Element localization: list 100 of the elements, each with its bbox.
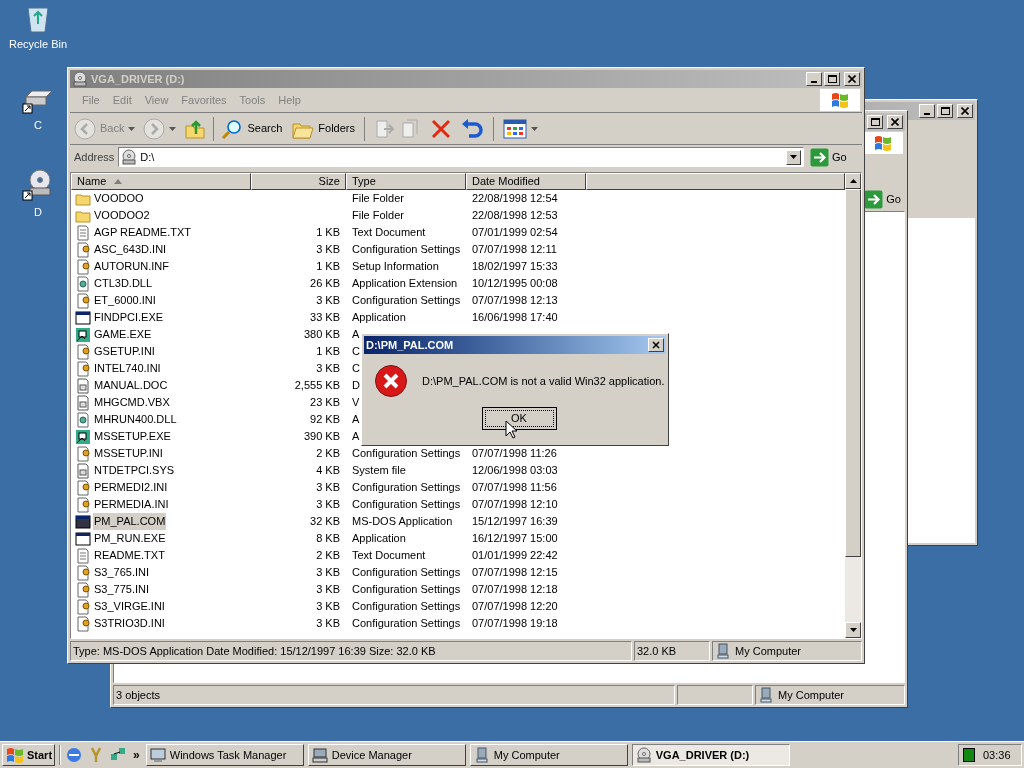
maximize-button[interactable]	[937, 104, 953, 118]
file-name[interactable]: ET_6000.INI	[93, 292, 157, 309]
status-icon[interactable]	[963, 748, 975, 762]
file-name[interactable]: MSSETUP.EXE	[93, 428, 172, 445]
text-file-icon	[75, 224, 91, 241]
close-icon	[651, 340, 661, 350]
task-button[interactable]: VGA_DRIVER (D:)	[631, 744, 790, 766]
file-name[interactable]: AGP README.TXT	[93, 224, 192, 241]
undo-icon[interactable]	[460, 117, 484, 140]
file-name[interactable]: S3_775.INI	[93, 581, 151, 598]
close-button[interactable]	[844, 72, 860, 86]
type-cell: Configuration Settings	[352, 243, 461, 256]
column-header[interactable]: Size	[251, 173, 346, 190]
type-cell: System file	[352, 464, 406, 477]
file-name[interactable]: S3TRIO3D.INI	[93, 615, 166, 632]
type-cell: D	[352, 379, 360, 392]
type-cell: File Folder	[352, 209, 404, 222]
more-chevron[interactable]: »	[131, 746, 142, 764]
close-button[interactable]	[957, 104, 973, 118]
date-cell: 15/12/1997 16:39	[472, 515, 558, 528]
start-button[interactable]: Start	[2, 744, 56, 766]
scroll-up-button[interactable]	[845, 173, 861, 189]
go-button[interactable]: Go	[810, 147, 858, 167]
file-name[interactable]: NTDETPCI.SYS	[93, 462, 176, 479]
hard-drive-icon	[22, 87, 54, 115]
task-button[interactable]: My Computer	[469, 744, 628, 766]
status-zone: My Computer	[755, 685, 905, 705]
ok-button[interactable]: OK	[481, 407, 557, 430]
views-icon[interactable]	[503, 118, 527, 139]
type-cell: Application Extension	[352, 277, 458, 290]
type-cell: Configuration Settings	[352, 294, 461, 307]
size-cell: 92 KB	[310, 413, 340, 426]
file-name[interactable]: PM_RUN.EXE	[93, 530, 167, 547]
file-name[interactable]: PERMEDIA.INI	[93, 496, 170, 513]
scrollbar-thumb[interactable]	[845, 189, 861, 557]
browser-icon[interactable]	[65, 746, 84, 764]
file-name[interactable]: CTL3D.DLL	[93, 275, 154, 292]
date-cell: 07/01/1999 02:54	[472, 226, 558, 239]
dropdown-button[interactable]	[786, 149, 801, 165]
file-name[interactable]: MHGCMD.VBX	[93, 394, 171, 411]
file-name[interactable]: VOODOO2	[93, 207, 151, 224]
scroll-down-button[interactable]	[845, 622, 861, 638]
document-icon	[75, 462, 91, 479]
size-cell: 3 KB	[316, 566, 340, 579]
file-name[interactable]: INTEL740.INI	[93, 360, 162, 377]
type-cell: Application	[352, 532, 406, 545]
file-name[interactable]: FINDPCI.EXE	[93, 309, 165, 326]
settings-file-icon	[75, 496, 91, 513]
settings-file-icon	[75, 258, 91, 275]
type-cell: Configuration Settings	[352, 498, 461, 511]
date-cell: 16/12/1997 15:00	[472, 532, 558, 545]
file-name[interactable]: GAME.EXE	[93, 326, 153, 343]
windows-logo-icon	[830, 91, 850, 109]
file-name[interactable]: README.TXT	[93, 547, 166, 564]
gear-file-icon	[75, 275, 91, 292]
close-button[interactable]	[887, 115, 903, 129]
file-name[interactable]: GSETUP.INI	[93, 343, 156, 360]
window-icon	[75, 513, 91, 530]
column-header[interactable]: Name	[71, 173, 251, 190]
file-name[interactable]: MHRUN400.DLL	[93, 411, 178, 428]
caret-icon[interactable]	[531, 126, 538, 131]
go-button[interactable]: Go	[864, 189, 901, 209]
caret-icon[interactable]	[128, 126, 136, 131]
address-field[interactable]: D:\	[118, 147, 804, 167]
type-cell: Configuration Settings	[352, 583, 461, 596]
maximize-button[interactable]	[867, 115, 883, 129]
size-cell: 4 KB	[316, 464, 340, 477]
window-icon	[75, 530, 91, 547]
file-name[interactable]: AUTORUN.INF	[93, 258, 170, 275]
file-name[interactable]: PERMEDI2.INI	[93, 479, 169, 496]
file-name[interactable]: MSSETUP.INI	[93, 445, 164, 462]
file-name[interactable]: S3_VIRGE.INI	[93, 598, 166, 615]
task-button[interactable]: Device Manager	[307, 744, 466, 766]
maximize-button[interactable]	[824, 72, 840, 86]
desktop-icon-label[interactable]: C	[34, 118, 42, 132]
delete-icon[interactable]	[430, 117, 452, 140]
down-arrow-icon	[849, 628, 857, 632]
desktop-icon-label[interactable]: Recycle Bin	[8, 37, 68, 51]
minimize-button[interactable]	[919, 104, 935, 118]
clock: 03:36	[983, 747, 1011, 763]
close-icon	[848, 75, 856, 83]
task-button[interactable]: Windows Task Manager	[145, 744, 304, 766]
caret-icon[interactable]	[169, 126, 177, 131]
column-header[interactable]: Date Modified	[466, 173, 586, 190]
file-name[interactable]: VOODOO	[93, 190, 145, 207]
desktop-icon-label[interactable]: D	[34, 205, 42, 219]
document-icon	[75, 377, 91, 394]
date-cell: 07/07/1998 12:15	[472, 566, 558, 579]
window-title: VGA_DRIVER (D:)	[91, 71, 185, 87]
close-button[interactable]	[648, 338, 664, 352]
search-button[interactable]: Search	[221, 117, 283, 140]
folders-button[interactable]: Folders	[292, 118, 355, 139]
settings-file-icon	[75, 615, 91, 632]
size-cell: 3 KB	[316, 600, 340, 613]
file-name[interactable]: ASC_643D.INI	[93, 241, 168, 258]
file-name[interactable]: S3_765.INI	[93, 564, 151, 581]
column-header[interactable]: Type	[346, 173, 466, 190]
file-name[interactable]: MANUAL.DOC	[93, 377, 169, 394]
minimize-button[interactable]	[806, 72, 822, 86]
file-name[interactable]: PM_PAL.COM	[93, 513, 167, 530]
